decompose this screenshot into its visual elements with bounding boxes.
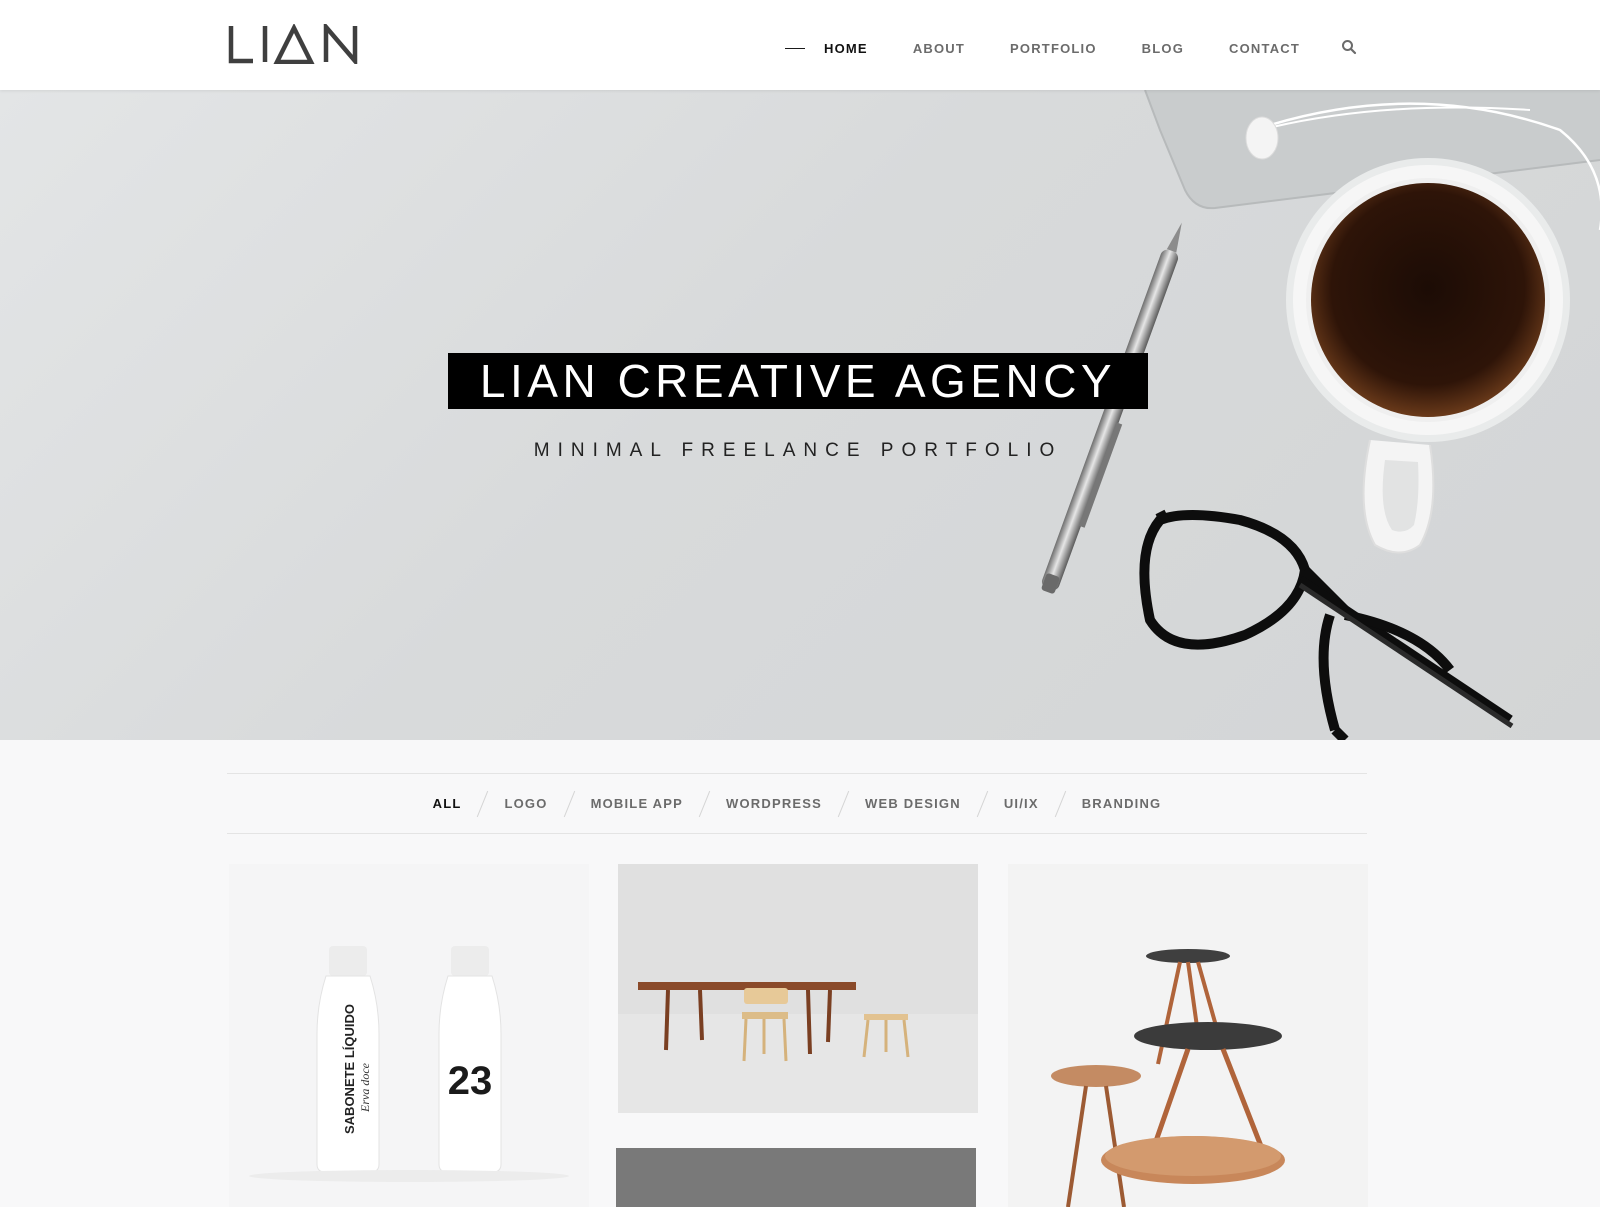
filter-logo[interactable]: LOGO <box>504 796 547 811</box>
hero-section: LIAN CREATIVE AGENCY MINIMAL FREELANCE P… <box>0 90 1600 740</box>
filter-wordpress[interactable]: WORDPRESS <box>726 796 822 811</box>
nav-about[interactable]: ABOUT <box>913 41 965 56</box>
portfolio-item-furniture[interactable] <box>618 864 978 1113</box>
portfolio-filter-bar: ALL LOGO MOBILE APP WORDPRESS WEB DESIGN… <box>227 773 1367 834</box>
portfolio-item-grey[interactable] <box>616 1148 976 1207</box>
nav-home[interactable]: HOME <box>824 41 868 56</box>
furniture-image <box>618 864 978 1113</box>
hero-title: LIAN CREATIVE AGENCY <box>479 355 1117 407</box>
filter-web-design[interactable]: WEB DESIGN <box>865 796 961 811</box>
hero-title-box: LIAN CREATIVE AGENCY <box>448 353 1148 409</box>
active-indicator <box>785 47 805 49</box>
nav-blog[interactable]: BLOG <box>1142 41 1184 56</box>
bottle-label: SABONETE LÍQUIDO <box>342 1004 357 1134</box>
bottle-number: 23 <box>448 1059 493 1103</box>
site-header: HOME ABOUT PORTFOLIO BLOG CONTACT <box>0 0 1600 90</box>
portfolio-item-bottles[interactable]: SABONETE LÍQUIDO Erva doce 23 <box>229 864 589 1207</box>
hero-background-image <box>1041 90 1600 740</box>
filter-divider <box>477 790 489 817</box>
nav-contact[interactable]: CONTACT <box>1229 41 1300 56</box>
portfolio-item-side-tables[interactable] <box>1008 864 1368 1207</box>
filter-ui-ix[interactable]: UI/IX <box>1004 796 1039 811</box>
filter-divider <box>1054 790 1066 817</box>
filter-divider <box>837 790 850 817</box>
filter-divider <box>976 790 989 817</box>
bottles-image: SABONETE LÍQUIDO Erva doce 23 <box>249 946 569 1182</box>
filter-divider <box>563 790 575 817</box>
bottle-sublabel: Erva doce <box>358 1062 372 1113</box>
filter-all[interactable]: ALL <box>433 796 462 811</box>
lian-logo[interactable] <box>227 24 361 64</box>
nav-portfolio[interactable]: PORTFOLIO <box>1010 41 1097 56</box>
search-icon[interactable] <box>1341 39 1357 55</box>
filter-branding[interactable]: BRANDING <box>1082 796 1162 811</box>
filter-divider <box>698 790 711 817</box>
main-nav: HOME ABOUT PORTFOLIO BLOG CONTACT <box>785 38 1300 58</box>
side-tables-image <box>1008 864 1368 1207</box>
hero-subtitle: MINIMAL FREELANCE PORTFOLIO <box>533 440 1063 461</box>
filter-mobile-app[interactable]: MOBILE APP <box>591 796 683 811</box>
